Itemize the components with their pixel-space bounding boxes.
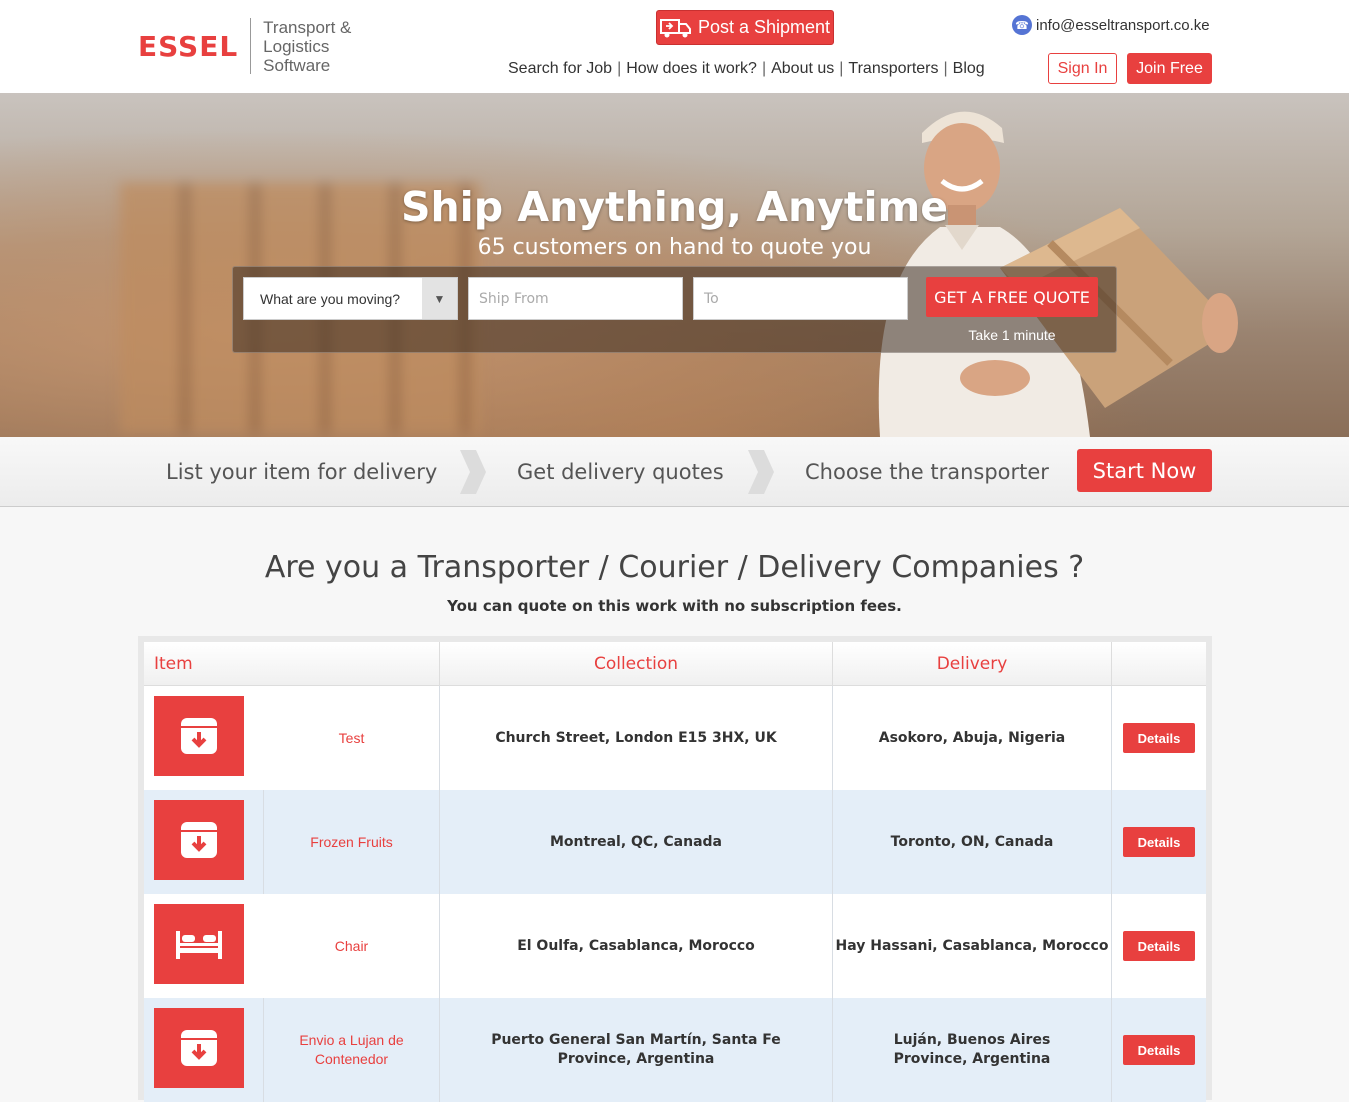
collection-location: Montreal, QC, Canada [440, 790, 833, 894]
delivery-location: Asokoro, Abuja, Nigeria [833, 686, 1112, 790]
item-name[interactable]: Envio a Lujan de Contenedor [264, 998, 440, 1102]
collection-location: Church Street, London E15 3HX, UK [440, 686, 833, 790]
chevron-right-icon [748, 450, 774, 494]
table-row: Test Church Street, London E15 3HX, UK A… [144, 686, 1206, 790]
section-subtitle: You can quote on this work with no subsc… [447, 597, 902, 615]
post-shipment-button[interactable]: Post a Shipment [656, 10, 834, 45]
delivery-person-image [878, 111, 1238, 437]
collection-location: El Oulfa, Casablanca, Morocco [440, 894, 833, 998]
item-type-select-value: What are you moving? [260, 290, 401, 307]
email-text: info@esseltransport.co.ke [1036, 16, 1210, 34]
steps-bar: List your item for delivery Get delivery… [0, 437, 1349, 507]
header-delivery: Delivery [833, 642, 1112, 686]
item-thumbnail[interactable] [154, 696, 244, 776]
nav-separator: | [943, 60, 948, 77]
item-thumb-cell [144, 790, 264, 894]
nav-how-it-works[interactable]: How does it work? [626, 60, 757, 78]
box-down-icon [181, 822, 217, 858]
collection-location: Puerto General San Martín, Santa Fe Prov… [440, 998, 833, 1102]
main-nav: Search for Job | How does it work? | About… [508, 60, 985, 78]
nav-blog[interactable]: Blog [953, 60, 985, 78]
sign-in-button[interactable]: Sign In [1048, 53, 1117, 84]
delivery-location: Toronto, ON, Canada [833, 790, 1112, 894]
step-list-item: List your item for delivery [166, 460, 438, 484]
logo[interactable]: ESSEL Transport & Logistics Software [138, 17, 361, 75]
nav-search-for-job[interactable]: Search for Job [508, 60, 612, 78]
details-button[interactable]: Details [1123, 827, 1195, 857]
hero-title: Ship Anything, Anytime [400, 183, 949, 231]
nav-separator: | [617, 60, 622, 77]
item-thumbnail[interactable] [154, 800, 244, 880]
details-button[interactable]: Details [1123, 1035, 1195, 1065]
table-row: Envio a Lujan de Contenedor Puerto Gener… [144, 998, 1206, 1102]
chevron-right-icon [460, 450, 486, 494]
header-collection: Collection [440, 642, 833, 686]
hero-banner: Ship Anything, Anytime 65 customers on h… [0, 93, 1349, 437]
details-button[interactable]: Details [1123, 931, 1195, 961]
item-type-select[interactable]: What are you moving? ▼ [243, 277, 458, 320]
item-thumbnail[interactable] [154, 904, 244, 984]
header-item: Item [144, 642, 440, 686]
table-row: Frozen Fruits Montreal, QC, Canada Toron… [144, 790, 1206, 894]
logo-tagline: Transport & Logistics Software [263, 17, 352, 75]
get-free-quote-button[interactable]: GET A FREE QUOTE [926, 277, 1098, 317]
hero-subtitle: 65 customers on hand to quote you [477, 235, 872, 260]
nav-separator: | [761, 60, 767, 77]
action-cell: Details [1112, 686, 1206, 790]
item-name[interactable]: Frozen Fruits [264, 790, 440, 894]
table-row: Chair El Oulfa, Casablanca, Morocco Hay … [144, 894, 1206, 998]
item-name[interactable]: Test [264, 686, 440, 790]
join-free-button[interactable]: Join Free [1127, 53, 1212, 84]
action-cell: Details [1112, 894, 1206, 998]
item-name[interactable]: Chair [264, 894, 440, 998]
step-choose-transporter: Choose the transporter [805, 460, 1049, 484]
section-title: Are you a Transporter / Courier / Delive… [264, 550, 1085, 585]
table-header: Item Collection Delivery [144, 642, 1206, 686]
item-thumb-cell [144, 894, 264, 998]
item-thumb-cell [144, 686, 264, 790]
logo-text: ESSEL [138, 18, 252, 74]
contact-email[interactable]: ☎ info@esseltransport.co.ke [1012, 15, 1210, 35]
details-button[interactable]: Details [1123, 723, 1195, 753]
delivery-location: Hay Hassani, Casablanca, Morocco [833, 894, 1112, 998]
action-cell: Details [1112, 998, 1206, 1102]
nav-about-us[interactable]: About us [771, 60, 834, 78]
nav-separator: | [839, 60, 844, 77]
bed-icon [176, 931, 222, 959]
quote-form: What are you moving? ▼ Ship From To GET … [232, 266, 1117, 353]
quote-time-note: Take 1 minute [968, 327, 1056, 343]
item-thumb-cell [144, 998, 264, 1102]
header-action [1112, 642, 1206, 686]
dropdown-arrow-icon: ▼ [422, 278, 457, 319]
item-thumbnail[interactable] [154, 1008, 244, 1088]
box-down-icon [181, 718, 217, 754]
step-get-quotes: Get delivery quotes [517, 460, 724, 484]
ship-to-input[interactable]: To [693, 277, 908, 320]
post-shipment-label: Post a Shipment [697, 17, 831, 37]
jobs-table: Item Collection Delivery Test Church Str… [138, 636, 1212, 1102]
nav-transporters[interactable]: Transporters [848, 60, 938, 78]
truck-icon [659, 18, 691, 37]
site-header: ESSEL Transport & Logistics Software Pos… [0, 0, 1349, 93]
start-now-button[interactable]: Start Now [1077, 449, 1212, 492]
delivery-location: Luján, Buenos Aires Province, Argentina [833, 998, 1112, 1102]
action-cell: Details [1112, 790, 1206, 894]
phone-icon: ☎ [1012, 15, 1032, 35]
box-down-icon [181, 1030, 217, 1066]
ship-from-input[interactable]: Ship From [468, 277, 683, 320]
